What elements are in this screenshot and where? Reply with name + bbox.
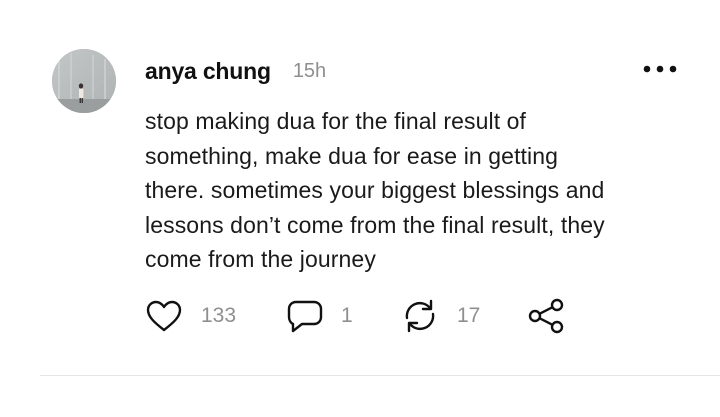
post-text-line: something, make dua for ease in getting	[145, 142, 559, 169]
repost-arrows-icon	[401, 298, 439, 334]
author-name[interactable]: anya chung	[145, 58, 271, 85]
repost-button[interactable]: 17	[401, 296, 480, 336]
post-text: stop making dua for the final result of …	[145, 104, 705, 277]
repost-count: 17	[457, 304, 481, 327]
like-count: 133	[201, 304, 237, 327]
more-options-button[interactable]	[640, 56, 680, 82]
avatar[interactable]	[52, 49, 116, 113]
post-text-line: stop making dua for the final result of	[145, 108, 527, 134]
post-text-line: there. sometimes your biggest blessings …	[145, 177, 605, 203]
share-icon	[527, 297, 565, 335]
post-text-line: lessons don’t come from the final result…	[145, 211, 605, 238]
share-button[interactable]	[527, 296, 565, 336]
divider	[40, 375, 720, 376]
post-timestamp[interactable]: 15h	[293, 60, 326, 83]
more-horizontal-icon	[643, 65, 677, 73]
heart-icon	[145, 299, 183, 333]
post-text-line: come from the journey	[145, 246, 376, 272]
reply-count: 1	[341, 304, 353, 327]
speech-bubble-icon	[287, 298, 323, 334]
post-card: anya chung 15h stop making dua for the f…	[0, 0, 720, 417]
post-header: anya chung 15h	[145, 56, 326, 86]
avatar-photo	[52, 49, 116, 113]
reply-button[interactable]: 1	[287, 296, 353, 336]
like-button[interactable]: 133	[145, 296, 236, 336]
